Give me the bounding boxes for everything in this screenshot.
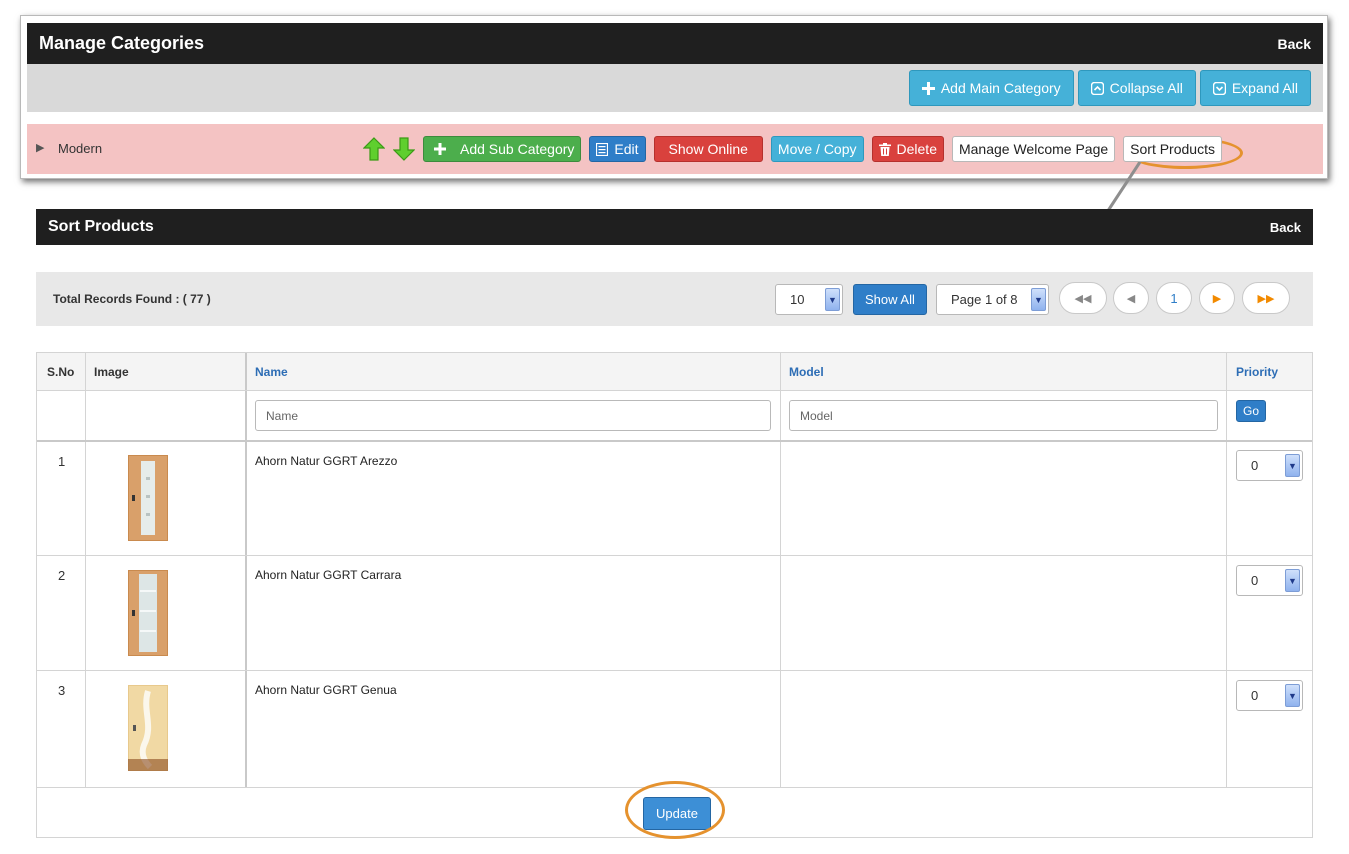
priority-value: 0	[1251, 573, 1259, 588]
delete-button[interactable]: Delete	[871, 136, 944, 162]
collapse-all-label: Collapse All	[1109, 80, 1183, 96]
page-select-value: Page 1 of 8	[951, 292, 1018, 307]
back-link[interactable]: Back	[1278, 36, 1311, 52]
plus-icon	[921, 81, 935, 95]
collapse-all-button[interactable]: Collapse All	[1077, 70, 1196, 106]
add-main-category-label: Add Main Category	[940, 80, 1061, 96]
priority-select[interactable]: 0 ▼	[1236, 450, 1303, 481]
records-toolbar: Total Records Found : ( 77 ) 10 ▼ Show A…	[36, 272, 1313, 326]
row-sno: 1	[58, 454, 66, 469]
chevron-down-icon: ▼	[1285, 454, 1300, 477]
row-sno: 3	[58, 683, 66, 698]
row-divider	[37, 787, 1312, 788]
row-sno: 2	[58, 568, 66, 583]
column-header-sno: S.No	[47, 365, 75, 379]
manage-welcome-page-button[interactable]: Manage Welcome Page	[951, 136, 1116, 162]
model-filter-input[interactable]	[789, 400, 1218, 431]
add-sub-category-label: Add Sub Category	[460, 141, 575, 157]
next-page-button[interactable]: ▶	[1199, 282, 1235, 314]
product-image	[128, 685, 168, 771]
add-sub-category-button[interactable]: Add Sub Category	[423, 136, 582, 162]
category-actions: Add Sub Category Edit Show Online Move /…	[363, 136, 1222, 162]
trash-icon	[878, 142, 891, 156]
column-header-priority[interactable]: Priority	[1236, 365, 1278, 379]
row-divider	[37, 555, 1312, 556]
col-divider	[245, 353, 247, 787]
update-button[interactable]: Update	[643, 797, 711, 830]
chevron-down-icon: ▼	[1285, 684, 1300, 707]
column-header-model[interactable]: Model	[789, 365, 824, 379]
expand-triangle-icon[interactable]: ▶	[36, 141, 44, 154]
move-copy-button[interactable]: Move / Copy	[770, 136, 864, 162]
product-name: Ahorn Natur GGRT Carrara	[255, 568, 402, 582]
chevron-down-icon: ▼	[1285, 569, 1300, 592]
manage-categories-panel: Manage Categories Back Add Main Category…	[20, 15, 1328, 179]
edit-label: Edit	[614, 141, 639, 157]
total-records: Total Records Found : ( 77 )	[53, 292, 211, 306]
name-filter-input[interactable]	[255, 400, 771, 431]
priority-value: 0	[1251, 458, 1259, 473]
back-link[interactable]: Back	[1270, 220, 1301, 235]
expand-all-button[interactable]: Expand All	[1199, 70, 1311, 106]
priority-value: 0	[1251, 688, 1259, 703]
column-header-image: Image	[94, 365, 129, 379]
move-up-arrow-icon[interactable]	[363, 137, 385, 161]
page-title: Manage Categories	[39, 33, 205, 53]
priority-select[interactable]: 0 ▼	[1236, 565, 1303, 596]
category-name: Modern	[58, 141, 103, 156]
col-divider	[85, 353, 86, 787]
manage-categories-header: Manage Categories Back	[27, 23, 1323, 64]
product-name: Ahorn Natur GGRT Genua	[255, 683, 397, 697]
per-page-value: 10	[790, 292, 805, 307]
show-online-button[interactable]: Show Online	[653, 136, 763, 162]
go-button[interactable]: Go	[1236, 400, 1267, 422]
per-page-select[interactable]: 10 ▼	[775, 284, 843, 315]
page-select[interactable]: Page 1 of 8 ▼	[936, 284, 1049, 315]
move-down-arrow-icon[interactable]	[393, 137, 415, 161]
col-divider	[780, 353, 781, 787]
chevron-down-icon: ▼	[1031, 288, 1046, 311]
products-table: S.No Image Name Model Priority Go 1 Ahor…	[36, 352, 1313, 839]
page-number-button[interactable]: 1	[1156, 282, 1192, 314]
sort-products-button[interactable]: Sort Products	[1123, 136, 1222, 162]
plus-icon	[434, 143, 446, 155]
product-image	[128, 455, 168, 541]
edit-list-icon	[596, 142, 609, 156]
expand-icon	[1212, 81, 1226, 95]
show-all-button[interactable]: Show All	[853, 284, 927, 315]
first-page-button[interactable]: ◀◀	[1059, 282, 1107, 314]
chevron-down-icon: ▼	[825, 288, 840, 311]
product-name: Ahorn Natur GGRT Arezzo	[255, 454, 398, 468]
row-divider	[37, 440, 1312, 442]
category-row-modern: ▶ Modern Add Sub Category Edit Show Onli…	[27, 124, 1323, 174]
product-image	[128, 570, 168, 656]
column-header-name[interactable]: Name	[255, 365, 288, 379]
edit-button[interactable]: Edit	[589, 136, 646, 162]
expand-all-label: Expand All	[1231, 80, 1298, 96]
sort-products-header: Sort Products Back	[36, 209, 1313, 245]
prev-page-button[interactable]: ◀	[1113, 282, 1149, 314]
priority-select[interactable]: 0 ▼	[1236, 680, 1303, 711]
table-header-row	[37, 353, 1312, 390]
col-divider	[1226, 353, 1227, 787]
section-title: Sort Products	[48, 218, 154, 235]
row-divider	[37, 390, 1312, 391]
add-main-category-button[interactable]: Add Main Category	[908, 70, 1074, 106]
collapse-icon	[1090, 81, 1104, 95]
category-toolbar: Add Main Category Collapse All Expand Al…	[27, 64, 1323, 112]
row-divider	[37, 670, 1312, 671]
last-page-button[interactable]: ▶▶	[1242, 282, 1290, 314]
delete-label: Delete	[896, 141, 937, 157]
